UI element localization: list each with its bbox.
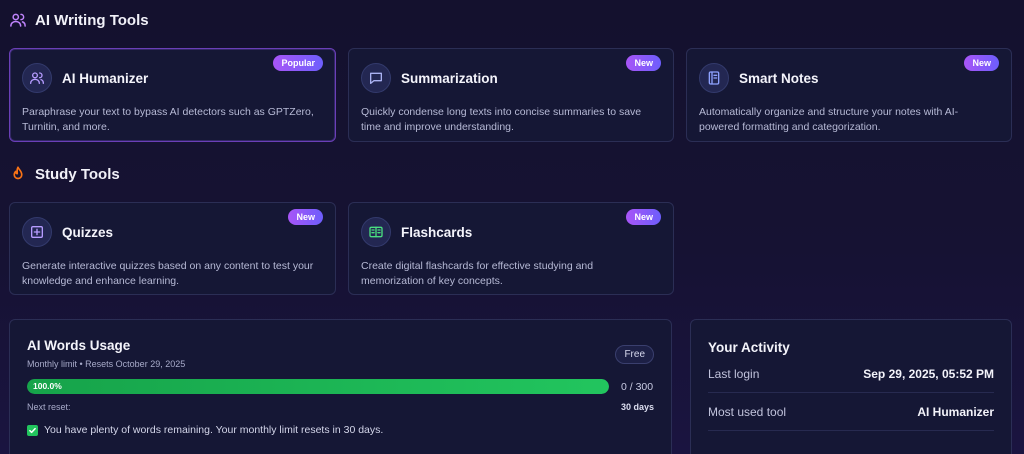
users-icon xyxy=(22,63,52,93)
activity-row-last-login: Last login Sep 29, 2025, 05:52 PM xyxy=(708,355,994,393)
flame-icon xyxy=(9,165,27,183)
tool-description: Create digital flashcards for effective … xyxy=(361,260,594,287)
activity-value: AI Humanizer xyxy=(917,404,994,419)
tool-description: Paraphrase your text to bypass AI detect… xyxy=(22,106,314,133)
next-reset-value: 30 days xyxy=(620,402,654,412)
tool-title: Quizzes xyxy=(62,224,114,240)
activity-key: Last login xyxy=(708,366,760,381)
activity-row-most-used-tool: Most used tool AI Humanizer xyxy=(708,393,994,431)
new-badge: New xyxy=(964,55,999,71)
book-open-icon xyxy=(361,217,391,247)
section-title-study-tools: Study Tools xyxy=(9,165,120,183)
usage-progress-fill xyxy=(27,379,609,394)
usage-progress-bar: 100.0% xyxy=(27,379,609,394)
new-badge: New xyxy=(288,209,323,225)
plan-badge: Free xyxy=(615,345,654,364)
quiz-grid-icon xyxy=(22,217,52,247)
tool-card-quizzes[interactable]: Quizzes New Generate interactive quizzes… xyxy=(9,202,336,295)
new-badge: New xyxy=(626,209,661,225)
dashboard: AI Writing Tools AI Humanizer Popular Pa… xyxy=(0,0,1024,454)
tool-card-ai-humanizer[interactable]: AI Humanizer Popular Paraphrase your tex… xyxy=(9,48,336,142)
section-title-text: Study Tools xyxy=(35,165,120,183)
tool-description: Generate interactive quizzes based on an… xyxy=(22,260,314,287)
tool-card-flashcards[interactable]: Flashcards New Create digital flashcards… xyxy=(348,202,674,295)
notebook-icon xyxy=(699,63,729,93)
chat-bubble-icon xyxy=(361,63,391,93)
activity-panel: Your Activity Last login Sep 29, 2025, 0… xyxy=(690,319,1012,454)
checkmark-icon xyxy=(27,424,38,436)
popular-badge: Popular xyxy=(273,55,323,71)
tool-description: Automatically organize and structure you… xyxy=(699,106,959,133)
words-usage-panel: AI Words Usage Monthly limit • Resets Oc… xyxy=(9,319,672,454)
new-badge: New xyxy=(626,55,661,71)
next-reset-label: Next reset: xyxy=(27,402,71,412)
tool-title: Flashcards xyxy=(401,224,473,240)
usage-notice: You have plenty of words remaining. Your… xyxy=(27,424,654,436)
usage-notice-text: You have plenty of words remaining. Your… xyxy=(44,424,384,436)
section-title-writing-tools: AI Writing Tools xyxy=(9,11,149,29)
progress-percent: 100.0% xyxy=(33,381,62,391)
tool-title: AI Humanizer xyxy=(62,70,149,86)
tool-title: Summarization xyxy=(401,70,498,86)
activity-key: Most used tool xyxy=(708,404,787,419)
usage-subtitle: Monthly limit • Resets October 29, 2025 xyxy=(27,359,186,369)
section-title-text: AI Writing Tools xyxy=(35,11,149,29)
tool-card-smart-notes[interactable]: Smart Notes New Automatically organize a… xyxy=(686,48,1012,142)
activity-title: Your Activity xyxy=(708,340,790,355)
words-count: 0 / 300 xyxy=(621,380,654,393)
users-icon xyxy=(9,11,27,29)
tool-description: Quickly condense long texts into concise… xyxy=(361,106,642,133)
usage-title: AI Words Usage xyxy=(27,338,131,353)
tool-card-summarization[interactable]: Summarization New Quickly condense long … xyxy=(348,48,674,142)
activity-value: Sep 29, 2025, 05:52 PM xyxy=(863,366,994,381)
tool-title: Smart Notes xyxy=(739,70,819,86)
